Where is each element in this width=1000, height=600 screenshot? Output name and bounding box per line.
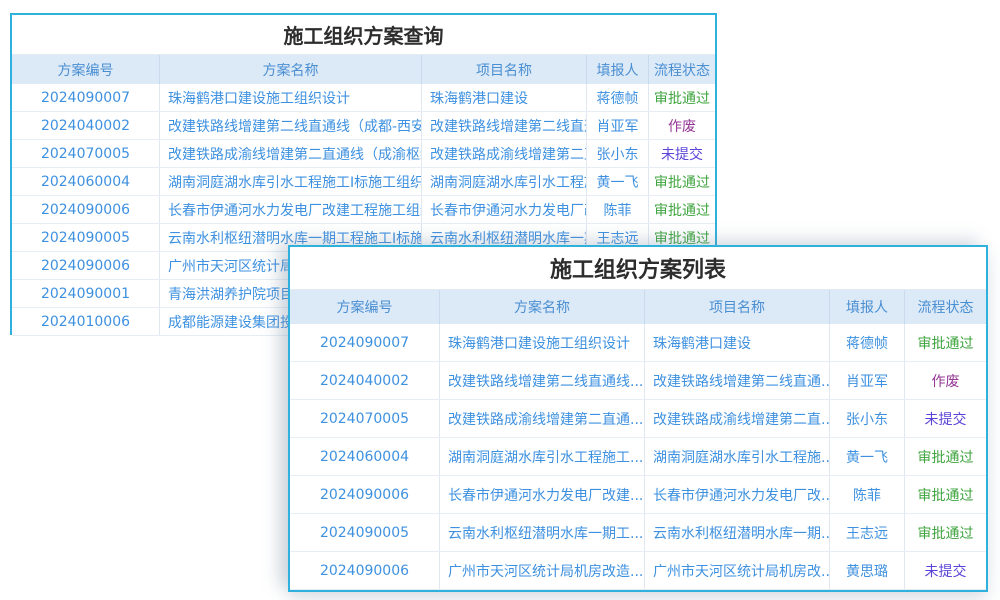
cell-status: 审批通过 [905,324,986,361]
cell-id: 2024090006 [290,476,440,513]
cell-status: 审批通过 [649,196,715,223]
cell-name: 湖南洞庭湖水库引水工程施工... [440,438,645,475]
cell-status: 审批通过 [649,168,715,195]
column-header: 填报人 [830,290,905,324]
cell-status: 未提交 [905,552,986,589]
cell-id: 2024070005 [12,140,160,167]
column-header: 方案名称 [440,290,645,324]
cell-reporter: 张小东 [830,400,905,437]
table-row[interactable]: 2024090006长春市伊通河水力发电厂改建...长春市伊通河水力发电厂改..… [290,476,986,514]
column-header: 项目名称 [422,55,587,84]
cell-name: 珠海鹤港口建设施工组织设计 [160,84,422,111]
cell-name: 改建铁路成渝线增建第二直通线（成渝枢纽） [160,140,422,167]
column-header: 流程状态 [905,290,986,324]
table-row[interactable]: 2024040002改建铁路线增建第二线直通线（成都-西安）I标改建铁路线增建第… [12,112,715,140]
cell-id: 2024090007 [12,84,160,111]
cell-reporter: 黄一飞 [587,168,649,195]
table-row[interactable]: 2024090006广州市天河区统计局机房改造...广州市天河区统计局机房改..… [290,552,986,590]
cell-reporter: 陈菲 [830,476,905,513]
column-header: 填报人 [587,55,649,84]
cell-status: 作废 [905,362,986,399]
cell-project: 长春市伊通河水力发电厂改建工程 [422,196,587,223]
table-row[interactable]: 2024040002改建铁路线增建第二线直通线...改建铁路线增建第二线直通..… [290,362,986,400]
cell-id: 2024060004 [12,168,160,195]
cell-id: 2024060004 [290,438,440,475]
cell-id: 2024040002 [12,112,160,139]
table-row[interactable]: 2024090005云南水利枢纽潜明水库一期工...云南水利枢纽潜明水库一期..… [290,514,986,552]
plan-list-panel-title: 施工组织方案列表 [290,247,986,290]
column-header: 流程状态 [649,55,715,84]
cell-project: 湖南洞庭湖水库引水工程施工I标 [422,168,587,195]
table-row[interactable]: 2024090007珠海鹤港口建设施工组织设计珠海鹤港口建设蒋德帧审批通过 [290,324,986,362]
table-row[interactable]: 2024090006长春市伊通河水力发电厂改建工程施工组织设计长春市伊通河水力发… [12,196,715,224]
cell-project: 湖南洞庭湖水库引水工程施... [645,438,830,475]
cell-project: 改建铁路成渝线增建第二直... [645,400,830,437]
cell-reporter: 蒋德帧 [830,324,905,361]
cell-name: 云南水利枢纽潜明水库一期工... [440,514,645,551]
table-header-row: 方案编号方案名称项目名称填报人流程状态 [290,290,986,324]
cell-reporter: 王志远 [830,514,905,551]
cell-name: 改建铁路成渝线增建第二直通... [440,400,645,437]
cell-id: 2024090005 [12,224,160,251]
cell-reporter: 陈菲 [587,196,649,223]
cell-id: 2024090001 [12,280,160,307]
plan-list-panel: 施工组织方案列表 方案编号方案名称项目名称填报人流程状态2024090007珠海… [288,245,988,592]
cell-id: 2024090006 [290,552,440,589]
cell-reporter: 肖亚军 [587,112,649,139]
cell-id: 2024010006 [12,308,160,335]
cell-project: 长春市伊通河水力发电厂改... [645,476,830,513]
cell-reporter: 张小东 [587,140,649,167]
plan-list-table: 方案编号方案名称项目名称填报人流程状态2024090007珠海鹤港口建设施工组织… [290,290,986,590]
cell-project: 珠海鹤港口建设 [645,324,830,361]
cell-status: 审批通过 [905,514,986,551]
table-header-row: 方案编号方案名称项目名称填报人流程状态 [12,55,715,84]
cell-status: 作废 [649,112,715,139]
cell-id: 2024090007 [290,324,440,361]
cell-name: 长春市伊通河水力发电厂改建... [440,476,645,513]
cell-id: 2024090006 [12,196,160,223]
cell-status: 未提交 [905,400,986,437]
cell-name: 改建铁路线增建第二线直通线（成都-西安）I标 [160,112,422,139]
cell-status: 审批通过 [905,438,986,475]
cell-project: 改建铁路线增建第二线直通... [645,362,830,399]
cell-name: 广州市天河区统计局机房改造... [440,552,645,589]
column-header: 方案编号 [290,290,440,324]
cell-name: 珠海鹤港口建设施工组织设计 [440,324,645,361]
table-row[interactable]: 2024070005改建铁路成渝线增建第二直通线（成渝枢纽）改建铁路成渝线增建第… [12,140,715,168]
cell-reporter: 黄思璐 [830,552,905,589]
plan-query-panel-title: 施工组织方案查询 [12,15,715,55]
cell-name: 湖南洞庭湖水库引水工程施工I标施工组织设计 [160,168,422,195]
table-row[interactable]: 2024090007珠海鹤港口建设施工组织设计珠海鹤港口建设蒋德帧审批通过 [12,84,715,112]
cell-name: 改建铁路线增建第二线直通线... [440,362,645,399]
cell-reporter: 黄一飞 [830,438,905,475]
cell-id: 2024090006 [12,252,160,279]
cell-status: 审批通过 [649,84,715,111]
cell-name: 长春市伊通河水力发电厂改建工程施工组织设计 [160,196,422,223]
cell-status: 未提交 [649,140,715,167]
cell-project: 广州市天河区统计局机房改... [645,552,830,589]
cell-id: 2024090005 [290,514,440,551]
cell-project: 云南水利枢纽潜明水库一期... [645,514,830,551]
column-header: 项目名称 [645,290,830,324]
column-header: 方案名称 [160,55,422,84]
column-header: 方案编号 [12,55,160,84]
table-row[interactable]: 2024060004湖南洞庭湖水库引水工程施工I标施工组织设计湖南洞庭湖水库引水… [12,168,715,196]
cell-id: 2024070005 [290,400,440,437]
cell-id: 2024040002 [290,362,440,399]
cell-reporter: 蒋德帧 [587,84,649,111]
cell-reporter: 肖亚军 [830,362,905,399]
cell-project: 珠海鹤港口建设 [422,84,587,111]
table-row[interactable]: 2024060004湖南洞庭湖水库引水工程施工...湖南洞庭湖水库引水工程施..… [290,438,986,476]
table-row[interactable]: 2024070005改建铁路成渝线增建第二直通...改建铁路成渝线增建第二直..… [290,400,986,438]
cell-project: 改建铁路线增建第二线直通线（成都- [422,112,587,139]
cell-status: 审批通过 [905,476,986,513]
cell-project: 改建铁路成渝线增建第二直通线（成渝 [422,140,587,167]
